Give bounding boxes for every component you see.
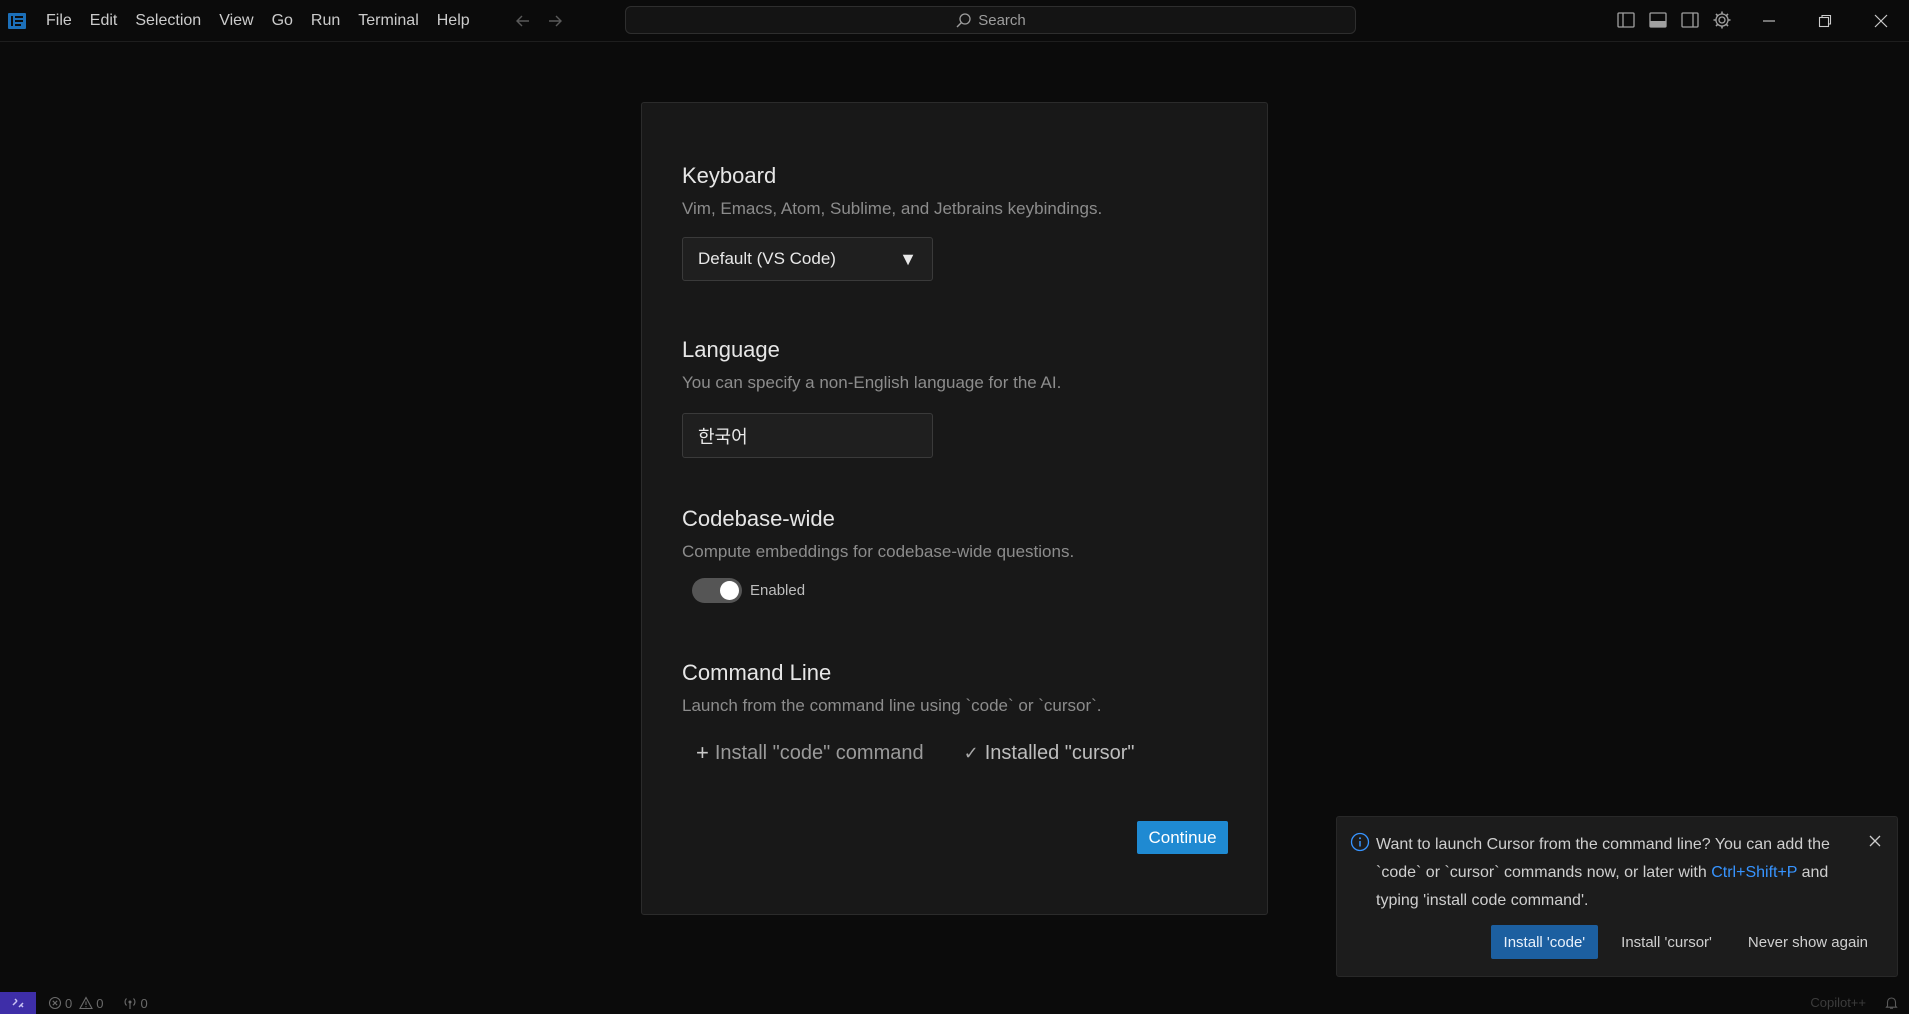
command-center-search[interactable]: Search (625, 6, 1356, 34)
toggle-secondary-sidebar-icon[interactable] (1679, 9, 1701, 31)
ports-count: 0 (140, 995, 148, 1011)
language-input[interactable]: 한국어 (682, 413, 933, 458)
install-code-command-button[interactable]: + Install "code" command (696, 740, 924, 766)
close-notification-icon[interactable] (1867, 833, 1883, 849)
minimize-button[interactable] (1741, 0, 1797, 42)
keybinding-select[interactable]: Default (VS Code) ▼ (682, 237, 933, 281)
dropdown-caret-icon: ▼ (899, 248, 917, 269)
search-label: Search (978, 11, 1026, 29)
error-count: 0 (65, 995, 73, 1011)
keyboard-title: Keyboard (682, 163, 777, 188)
menu-bar: File Edit Selection View Go Run Terminal… (37, 8, 479, 34)
info-icon (1350, 832, 1370, 852)
toggle-primary-sidebar-icon[interactable] (1615, 9, 1637, 31)
layout-controls (1615, 9, 1733, 31)
settings-gear-icon[interactable] (1711, 9, 1733, 31)
menu-file[interactable]: File (37, 8, 81, 34)
minimize-icon (1763, 20, 1775, 22)
menu-selection[interactable]: Selection (126, 8, 210, 34)
title-bar: File Edit Selection View Go Run Terminal… (0, 0, 1909, 42)
notification-shortcut-link[interactable]: Ctrl+Shift+P (1711, 864, 1797, 881)
language-description: You can specify a non-English language f… (682, 373, 1062, 392)
command-line-title: Command Line (682, 660, 832, 685)
menu-go[interactable]: Go (263, 8, 302, 34)
keyboard-section: Keyboard Vim, Emacs, Atom, Sublime, and … (682, 163, 1102, 281)
checkmark-icon: ✓ (963, 742, 979, 763)
broadcast-icon (125, 998, 136, 1009)
codebase-section: Codebase-wide Compute embeddings for cod… (682, 506, 1074, 603)
navigation-arrows (514, 12, 564, 30)
menu-terminal[interactable]: Terminal (349, 8, 427, 34)
remote-icon (12, 998, 24, 1008)
never-show-again-button[interactable]: Never show again (1735, 925, 1881, 959)
close-window-button[interactable] (1853, 0, 1909, 42)
keybinding-selected-value: Default (VS Code) (698, 249, 836, 268)
restore-icon (1818, 14, 1832, 28)
warning-icon (79, 996, 94, 1010)
menu-edit[interactable]: Edit (81, 8, 127, 34)
install-code-button[interactable]: Install 'code' (1490, 925, 1599, 959)
status-right-items: Copilot++ (1810, 995, 1899, 1010)
codebase-description: Compute embeddings for codebase-wide que… (682, 542, 1075, 561)
installed-cursor-indicator: ✓ Installed "cursor" (964, 742, 1135, 765)
language-title: Language (682, 337, 780, 362)
command-line-actions: + Install "code" command ✓ Installed "cu… (696, 740, 1135, 766)
menu-run[interactable]: Run (302, 8, 349, 34)
app-logo-icon[interactable] (7, 11, 27, 31)
toggle-label: Enabled (750, 582, 806, 599)
copilot-status[interactable]: Copilot++ (1810, 995, 1866, 1010)
codebase-toggle-row: Enabled (692, 578, 1074, 603)
menu-help[interactable]: Help (428, 8, 479, 34)
menu-view[interactable]: View (210, 8, 262, 34)
back-arrow-icon[interactable] (514, 12, 532, 30)
notification-message: Want to launch Cursor from the command l… (1376, 831, 1846, 915)
problems-indicator[interactable]: 0 0 (48, 996, 103, 1011)
install-cursor-button[interactable]: Install 'cursor' (1608, 925, 1725, 959)
plus-icon: + (696, 740, 709, 765)
notifications-bell-icon[interactable] (1884, 995, 1899, 1010)
notification-actions: Install 'code' Install 'cursor' Never sh… (1490, 925, 1881, 959)
warning-count: 0 (96, 995, 104, 1011)
command-line-description: Launch from the command line using `code… (682, 696, 1102, 715)
error-icon (48, 996, 62, 1010)
continue-button[interactable]: Continue (1137, 821, 1228, 854)
installed-cursor-label: Installed "cursor" (984, 741, 1135, 764)
keyboard-description: Vim, Emacs, Atom, Sublime, and Jetbrains… (682, 199, 1103, 218)
language-section: Language You can specify a non-English l… (682, 337, 1061, 458)
search-icon (956, 12, 971, 27)
codebase-title: Codebase-wide (682, 506, 835, 531)
codebase-toggle[interactable] (692, 578, 742, 603)
toggle-panel-icon[interactable] (1647, 9, 1669, 31)
ports-indicator[interactable]: 0 (123, 995, 148, 1011)
command-line-notification: Want to launch Cursor from the command l… (1336, 816, 1898, 977)
remote-indicator-button[interactable] (0, 992, 36, 1014)
restore-button[interactable] (1797, 0, 1853, 42)
toggle-knob (720, 581, 739, 600)
command-line-section: Command Line Launch from the command lin… (682, 660, 1135, 766)
close-icon (1874, 14, 1888, 28)
forward-arrow-icon[interactable] (546, 12, 564, 30)
window-controls (1741, 0, 1909, 42)
install-code-label: Install "code" command (714, 741, 924, 764)
onboarding-card: Keyboard Vim, Emacs, Atom, Sublime, and … (641, 102, 1268, 915)
status-bar: 0 0 0 Copilot++ (0, 992, 1909, 1014)
